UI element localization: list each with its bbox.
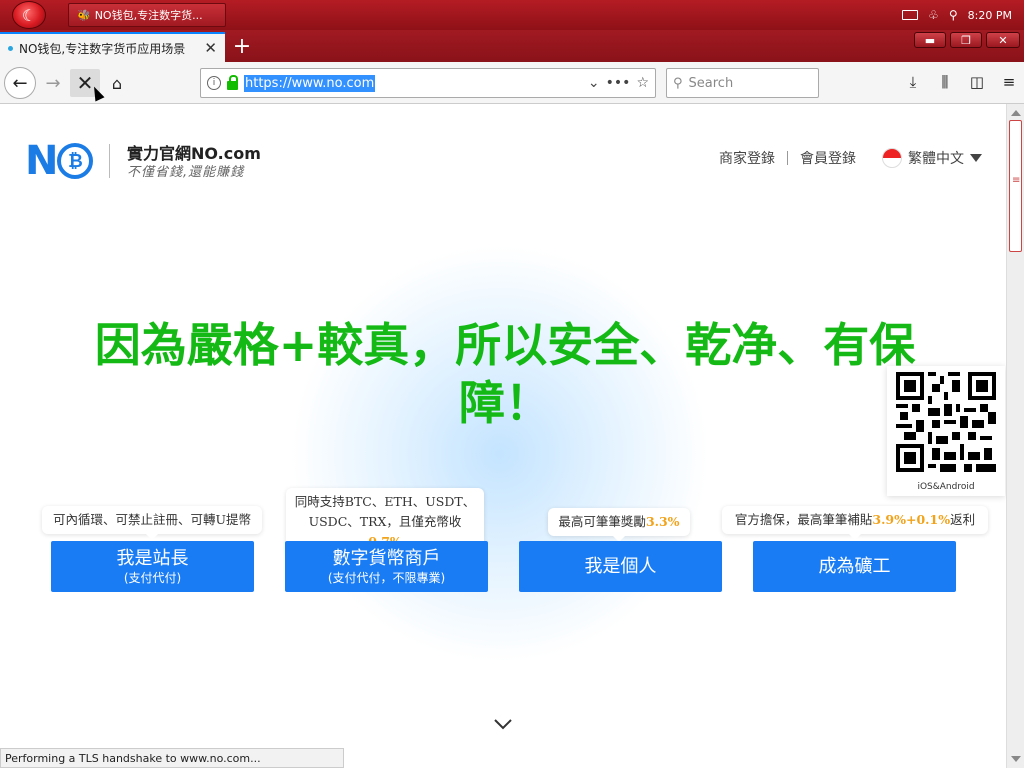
button-sublabel: (支付代付，不限專業) [327, 570, 446, 585]
home-icon: ⌂ [111, 73, 123, 93]
navigation-toolbar: ← → ✕ ⌂ i https://www.no.com ⌄ ••• ☆ ⚲ S… [0, 62, 1024, 104]
tip-personal: 最高可筆筆獎勵3.3% [548, 508, 690, 542]
caret-down-icon [970, 154, 982, 162]
search-tray-icon[interactable]: ⚲ [949, 8, 958, 22]
library-icon[interactable]: ⫼ [936, 70, 954, 94]
scroll-down-arrow-icon[interactable] [1011, 756, 1021, 762]
search-icon: ⚲ [673, 75, 683, 91]
keyboard-icon[interactable] [902, 10, 919, 20]
tip-suffix: 返利 [950, 512, 976, 527]
search-input[interactable]: ⚲ Search [666, 68, 819, 98]
chevron-down-icon[interactable] [493, 714, 513, 734]
lock-icon[interactable] [227, 74, 238, 90]
url-bar[interactable]: i https://www.no.com ⌄ ••• ☆ [200, 68, 656, 98]
logo-letter: N [25, 138, 59, 184]
tip-highlight: 3.3% [645, 514, 680, 529]
singapore-flag-icon [882, 148, 902, 168]
qr-label: iOS&Android [917, 482, 975, 492]
tip-text: 官方擔保，最高筆筆補貼 [734, 512, 873, 527]
page-actions-icon[interactable]: ••• [606, 75, 631, 91]
logo-divider [109, 144, 110, 178]
crypto-merchant-button[interactable]: 數字貨幣商戶 (支付代付，不限專業) [285, 541, 488, 592]
web-page: N ₿ 實力官網NO.com 不僅省錢,還能賺錢 商家登錄 會員登錄 繁體中文 … [0, 104, 1006, 748]
hero-title: 因為嚴格+較真，所以安全、乾净、有保障！ [94, 318, 916, 430]
tab-active[interactable]: NO钱包,专注数字货币应用场景 ✕ [0, 32, 225, 62]
arrow-right-icon: → [45, 72, 61, 94]
header-links: 商家登錄 會員登錄 繁體中文 [707, 148, 982, 168]
button-label: 成為礦工 [818, 555, 891, 577]
browser-tab-strip: NO钱包,专注数字货币应用场景 ✕ + ▬ ❐ ✕ [0, 30, 1024, 62]
site-logo[interactable]: N ₿ [25, 138, 94, 184]
tip-text: 最高可筆筆獎勵 [558, 514, 646, 529]
url-field[interactable]: https://www.no.com [244, 74, 582, 92]
qr-code-icon [896, 372, 996, 472]
scroll-thumb[interactable] [1009, 120, 1022, 252]
bitcoin-icon: ₿ [57, 143, 94, 179]
arrow-left-icon: ← [12, 72, 28, 94]
tip-text: 同時支持BTC、ETH、USDT、USDC、TRX，且僅充幣收 [294, 494, 476, 529]
brand-slogan: 不僅省錢,還能賺錢 [127, 165, 245, 180]
minimize-button[interactable]: ▬ [914, 32, 946, 48]
clock[interactable]: 8:20 PM [968, 9, 1012, 22]
toolbar-icons: ⤓ ⫼ ◫ ≡ [904, 70, 1018, 94]
scroll-up-arrow-icon[interactable] [1011, 110, 1021, 116]
close-window-button[interactable]: ✕ [986, 32, 1020, 48]
taskbar-window-title: NO钱包,专注数字货... [94, 9, 203, 22]
mouse-cursor-icon [89, 84, 105, 102]
sidebar-icon[interactable]: ◫ [968, 70, 986, 94]
button-label: 數字貨幣商戶 [332, 547, 441, 569]
taskbar-window-button[interactable]: 🐝 NO钱包,专注数字货... [68, 3, 226, 27]
loading-indicator-icon [8, 45, 13, 51]
tip-highlight: 3.9%+0.1% [872, 512, 951, 527]
hamburger-icon[interactable]: ≡ [1000, 70, 1018, 94]
dropdown-chevron-icon[interactable]: ⌄ [588, 75, 600, 91]
button-label: 我是個人 [584, 555, 657, 577]
background-glow [290, 244, 710, 664]
tab-title: NO钱包,专注数字货币应用场景 [19, 41, 186, 56]
crescent-flag-icon: ☾ [21, 5, 37, 25]
app-download-qr[interactable]: iOS&Android [887, 366, 1005, 496]
tip-text: 可內循環、可禁止註冊、可轉U提幣 [52, 512, 252, 527]
member-login-link[interactable]: 會員登錄 [788, 148, 868, 168]
webmaster-button[interactable]: 我是站長 (支付代付) [51, 541, 254, 592]
url-text: https://www.no.com [244, 74, 376, 92]
restore-button[interactable]: ❐ [950, 32, 982, 48]
system-tray: ♧ ⚲ 8:20 PM [902, 0, 1024, 30]
search-placeholder: Search [688, 75, 734, 91]
window-controls: ▬ ❐ ✕ [914, 32, 1020, 48]
language-label: 繁體中文 [908, 151, 964, 167]
page-scrollbar[interactable] [1006, 104, 1024, 768]
app-icon: 🐝 [77, 8, 91, 22]
new-tab-button[interactable]: + [228, 32, 256, 60]
status-bar: Performing a TLS handshake to www.no.com… [0, 748, 344, 768]
language-selector[interactable]: 繁體中文 [868, 148, 982, 168]
tab-close-icon[interactable]: ✕ [204, 39, 217, 57]
personal-button[interactable]: 我是個人 [519, 541, 722, 592]
button-label: 我是站長 [116, 547, 189, 569]
download-icon[interactable]: ⤓ [904, 70, 922, 94]
info-icon[interactable]: i [207, 76, 221, 90]
back-button[interactable]: ← [4, 67, 36, 99]
start-button[interactable]: ☾ [12, 1, 46, 29]
button-sublabel: (支付代付) [123, 570, 182, 585]
network-icon[interactable]: ♧ [928, 8, 939, 22]
bookmark-star-icon[interactable]: ☆ [636, 75, 649, 91]
home-button[interactable]: ⌂ [104, 70, 130, 96]
status-text: Performing a TLS handshake to www.no.com… [5, 751, 261, 765]
merchant-login-link[interactable]: 商家登錄 [707, 148, 787, 168]
os-taskbar: ☾ 🐝 NO钱包,专注数字货... ♧ ⚲ 8:20 PM [0, 0, 1024, 30]
forward-button[interactable]: → [40, 70, 66, 96]
become-miner-button[interactable]: 成為礦工 [753, 541, 956, 592]
tip-webmaster: 可內循環、可禁止註冊、可轉U提幣 [42, 506, 262, 540]
tip-miner: 官方擔保，最高筆筆補貼3.9%+0.1%返利 [722, 506, 988, 540]
